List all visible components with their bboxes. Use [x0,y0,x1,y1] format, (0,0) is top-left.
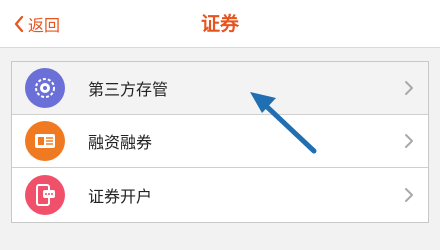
page-title: 证券 [200,13,239,35]
menu-item-third-party-custody[interactable]: 第三方存管 [12,62,428,115]
coin-transfer-icon [25,68,65,108]
margin-ticket-icon [25,121,65,161]
chevron-right-icon [405,134,413,148]
nav-header: 返回 证券 [0,0,440,48]
menu-item-margin-trading[interactable]: 融资融券 [12,115,428,168]
menu-item-label: 证券开户 [88,187,153,206]
menu-item-label: 第三方存管 [88,80,169,99]
securities-menu-list: 第三方存管 融资融券 证券开户 [11,61,429,223]
menu-item-open-securities-account[interactable]: 证券开户 [12,168,428,222]
chevron-right-icon [405,188,413,202]
menu-item-label: 融资融券 [88,133,153,152]
chevron-right-icon [405,81,413,95]
phone-chat-icon [25,175,65,215]
